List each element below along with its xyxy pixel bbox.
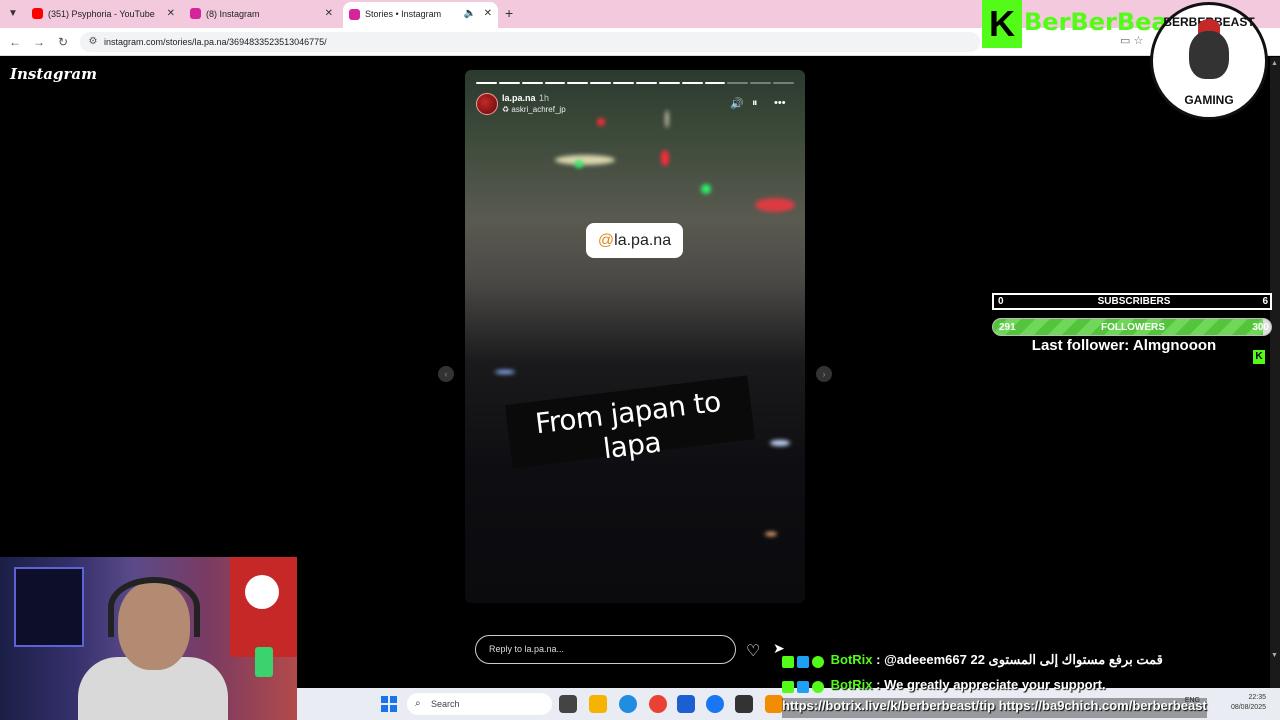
tab-stories[interactable]: Stories • Instagram 🔈 ✕ xyxy=(343,2,498,28)
webcam-feed xyxy=(0,557,297,720)
store-icon[interactable] xyxy=(677,695,695,713)
instagram-logo[interactable]: Instagram xyxy=(10,65,97,83)
story-progress-segment xyxy=(658,82,680,84)
instagram-icon xyxy=(190,8,201,19)
chat-message: BotRix : We greatly appreciate your supp… xyxy=(782,677,1106,697)
story-progress-segment xyxy=(681,82,703,84)
new-tab-button[interactable]: + xyxy=(505,5,513,21)
bot-badge-icon xyxy=(797,680,809,693)
channel-badge-logo: BERBERBEAST GAMING xyxy=(1150,2,1268,120)
facebook-icon[interactable] xyxy=(706,695,724,713)
story-progress-segment xyxy=(750,82,772,84)
monitor-graphic xyxy=(14,567,84,647)
last-follower-text: Last follower: Almgnooon xyxy=(1031,337,1217,354)
headset-graphic xyxy=(108,577,200,637)
story-progress-segment xyxy=(498,82,520,84)
app-icon[interactable] xyxy=(765,695,783,713)
story-progress-segment xyxy=(704,82,726,84)
search-icon: ⌕ xyxy=(415,698,421,709)
subscribers-goal-bar: 0 SUBSCRIBERS 6 xyxy=(992,293,1272,310)
task-view-icon[interactable] xyxy=(559,695,577,713)
story-progress-segment xyxy=(613,82,635,84)
previous-story-button[interactable]: ‹ xyxy=(438,366,454,382)
avatar[interactable] xyxy=(476,93,498,115)
kick-badge-icon xyxy=(782,655,794,668)
tunisia-flag-graphic xyxy=(230,557,297,657)
reshare-icon: ♻ xyxy=(502,105,512,114)
story-username[interactable]: la.pa.na xyxy=(502,93,536,103)
tab-search-button[interactable]: ▼ xyxy=(4,5,22,23)
verified-badge-icon xyxy=(812,655,824,668)
start-button[interactable] xyxy=(381,696,397,712)
close-tab-icon[interactable]: ✕ xyxy=(325,3,333,25)
forward-button[interactable]: → xyxy=(30,33,48,51)
speaker-icon[interactable]: 🔈 xyxy=(464,2,476,26)
close-tab-icon[interactable]: ✕ xyxy=(167,3,175,25)
story-progress-segment xyxy=(773,82,795,84)
site-info-icon[interactable]: ⚙ xyxy=(86,35,100,49)
kick-icon: K xyxy=(1253,350,1265,364)
next-story-button[interactable]: › xyxy=(816,366,832,382)
instagram-icon xyxy=(349,9,360,20)
lamp-graphic xyxy=(255,647,273,677)
story-viewer[interactable]: la.pa.na 1h ♻ askri_achref_jp 🔊 ⏸ ••• @l… xyxy=(465,70,805,603)
story-progress-segment xyxy=(544,82,566,84)
bot-badge-icon xyxy=(797,655,809,668)
mention-sticker[interactable]: @la.pa.na xyxy=(586,223,683,258)
kick-logo: K xyxy=(982,0,1022,48)
kick-badge-icon xyxy=(782,680,794,693)
story-reshare-credit[interactable]: ♻ askri_achref_jp xyxy=(502,105,566,114)
edge-icon[interactable] xyxy=(619,695,637,713)
more-options-icon[interactable]: ••• xyxy=(774,97,786,109)
app-icon[interactable] xyxy=(735,695,753,713)
story-progress-segment xyxy=(727,82,749,84)
story-progress-segment xyxy=(636,82,657,84)
back-button[interactable]: ← xyxy=(6,33,24,51)
tab-instagram[interactable]: (8) Instagram ✕ xyxy=(184,3,339,25)
followers-goal-bar: 291 FOLLOWERS 300 xyxy=(992,318,1272,336)
reply-input[interactable]: Reply to la.pa.na... xyxy=(475,635,736,664)
scrollbar[interactable] xyxy=(1270,57,1280,688)
youtube-icon xyxy=(32,8,43,19)
chat-message: https://botrix.live/k/berberbeast/tip ht… xyxy=(782,698,1207,718)
verified-badge-icon xyxy=(812,680,824,693)
story-progress-segment xyxy=(521,82,543,84)
scroll-up-icon[interactable]: ▲ xyxy=(1271,60,1278,67)
pause-icon[interactable]: ⏸ xyxy=(752,97,758,110)
chat-overlay: BotRix : @adeeem667 قمت برفع مستواك إلى … xyxy=(782,652,1280,720)
close-tab-icon[interactable]: ✕ xyxy=(484,2,492,26)
file-explorer-icon[interactable] xyxy=(589,695,607,713)
story-progress-segment xyxy=(590,82,612,84)
story-progress-segment xyxy=(476,82,497,84)
story-video-frame xyxy=(465,70,805,603)
reload-button[interactable]: ↻ xyxy=(54,33,72,51)
chat-message: BotRix : @adeeem667 قمت برفع مستواك إلى … xyxy=(782,652,1163,672)
warrior-face-graphic xyxy=(1189,31,1229,79)
volume-icon[interactable]: 🔊 xyxy=(730,97,744,110)
like-heart-icon[interactable]: ♡ xyxy=(746,641,760,661)
chrome-icon[interactable] xyxy=(649,695,667,713)
story-timestamp: 1h xyxy=(539,93,550,103)
story-progress-segment xyxy=(567,82,589,84)
taskbar-search[interactable]: ⌕ Search xyxy=(407,693,552,715)
story-progress xyxy=(476,82,795,84)
url-bar[interactable]: ⚙ instagram.com/stories/la.pa.na/3694833… xyxy=(80,32,980,52)
tab-youtube[interactable]: (351) Psyphoria - YouTube ✕ xyxy=(26,3,181,25)
